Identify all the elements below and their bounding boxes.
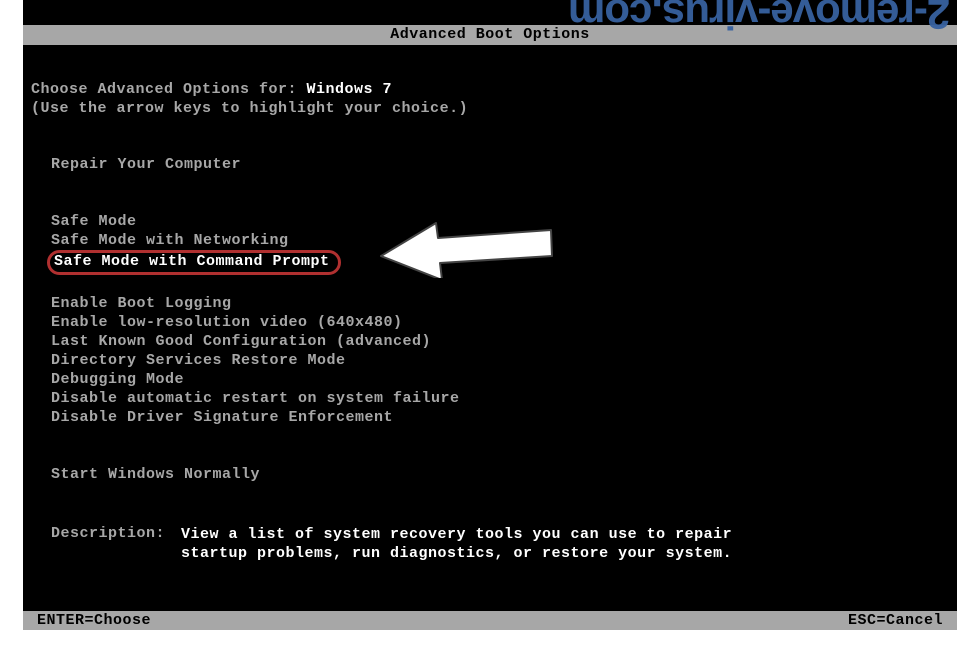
- option-safe-mode-networking[interactable]: Safe Mode with Networking: [51, 231, 460, 250]
- os-name: Windows 7: [307, 81, 393, 98]
- option-boot-logging[interactable]: Enable Boot Logging: [51, 294, 460, 313]
- footer-enter: ENTER=Choose: [37, 611, 151, 630]
- description-text: View a list of system recovery tools you…: [181, 525, 741, 563]
- option-disable-auto-restart[interactable]: Disable automatic restart on system fail…: [51, 389, 460, 408]
- option-last-known-good[interactable]: Last Known Good Configuration (advanced): [51, 332, 460, 351]
- option-debugging-mode[interactable]: Debugging Mode: [51, 370, 460, 389]
- title-bar: Advanced Boot Options: [23, 25, 957, 45]
- spacer: [51, 193, 460, 212]
- option-disable-driver-sig[interactable]: Disable Driver Signature Enforcement: [51, 408, 460, 427]
- option-low-res-video[interactable]: Enable low-resolution video (640x480): [51, 313, 460, 332]
- option-repair-computer[interactable]: Repair Your Computer: [51, 155, 460, 174]
- boot-screen: Advanced Boot Options Choose Advanced Op…: [23, 0, 957, 630]
- option-safe-mode[interactable]: Safe Mode: [51, 212, 460, 231]
- option-directory-services[interactable]: Directory Services Restore Mode: [51, 351, 460, 370]
- option-safe-mode-cmd[interactable]: Safe Mode with Command Prompt: [51, 250, 460, 275]
- choose-prefix: Choose Advanced Options for:: [31, 81, 307, 98]
- description-label: Description:: [51, 525, 181, 542]
- choose-line: Choose Advanced Options for: Windows 7: [31, 81, 392, 98]
- spacer: [51, 275, 460, 294]
- spacer: [51, 427, 460, 446]
- footer-esc: ESC=Cancel: [848, 611, 943, 630]
- option-start-normally[interactable]: Start Windows Normally: [51, 465, 460, 484]
- spacer: [51, 446, 460, 465]
- hint-line: (Use the arrow keys to highlight your ch…: [31, 100, 468, 117]
- spacer: [51, 174, 460, 193]
- highlighted-option: Safe Mode with Command Prompt: [47, 250, 341, 275]
- description-block: Description:View a list of system recove…: [51, 525, 741, 563]
- footer-bar: ENTER=Choose ESC=Cancel: [23, 611, 957, 630]
- boot-options-list: Repair Your Computer Safe Mode Safe Mode…: [51, 155, 460, 484]
